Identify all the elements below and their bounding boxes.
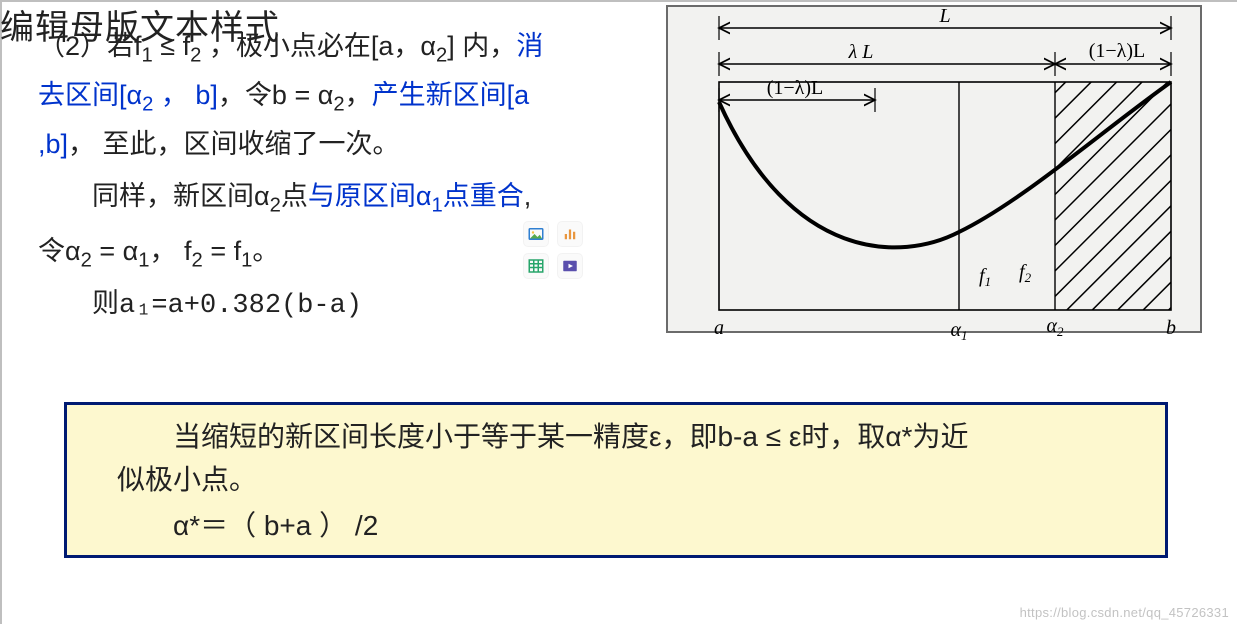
sub: 2 [190, 44, 201, 66]
sub: 1 [241, 249, 252, 271]
picture-icon[interactable] [524, 222, 548, 246]
slide-page: 编辑母版文本样式 （2）若f1 ≤ f2 ，极小点必在[a，α2] 内，消去区间… [0, 0, 1237, 624]
t: 同样，新区间α [92, 181, 270, 211]
sub: 1 [431, 195, 442, 217]
blue: [α [119, 80, 142, 110]
chart-icon[interactable] [558, 222, 582, 246]
watermark: https://blog.csdn.net/qq_45726331 [1020, 605, 1229, 620]
label-a: a [714, 317, 724, 339]
label-1mlL-inner: (1−λ)L [767, 77, 824, 99]
sub: 1 [138, 249, 149, 271]
sub: 2 [436, 44, 447, 66]
t: ， 至此，区间收缩了一次。 [68, 129, 400, 159]
insert-icon-cluster [524, 222, 594, 286]
label-lambdaL: λ L [848, 41, 874, 63]
label-b: b [1166, 317, 1176, 339]
sub: 1 [142, 44, 153, 66]
video-icon[interactable] [558, 254, 582, 278]
blue: ， b] [153, 80, 218, 110]
label-1mlL-top: (1−λ)L [1089, 40, 1146, 62]
sub: 2 [333, 93, 344, 115]
para4: 则a₁=a+0.382(b-a) [38, 284, 568, 329]
t: 令α [38, 236, 81, 266]
table-icon[interactable] [524, 254, 548, 278]
para3: 令α2 = α1， f2 = f1。 [38, 229, 568, 278]
t: （2）若f [38, 31, 142, 61]
t: 当缩短的新区间长度小于等于某一精度ε，即b-a ≤ ε时，取α*为近 [173, 421, 968, 452]
note-line2: α*＝（ b+a ） /2 [117, 504, 1125, 547]
note-line1b: 似极小点。 [117, 458, 1125, 501]
sub: 2 [142, 93, 153, 115]
t: = f [203, 236, 241, 266]
t: = α [92, 236, 138, 266]
blue: 与原区间α [308, 181, 432, 211]
label-L: L [938, 5, 950, 27]
para2: 同样，新区间α2点与原区间α1点重合, [38, 174, 568, 223]
conclusion-box: 当缩短的新区间长度小于等于某一精度ε，即b-a ≤ ε时，取α*为近 似极小点。… [64, 402, 1168, 558]
t: ， f [150, 236, 192, 266]
t: 。 [252, 236, 279, 266]
t: ≤ f [153, 31, 190, 61]
t: 点 [281, 181, 308, 211]
t: ，令b = α [218, 80, 333, 110]
blue: 点重合 [443, 181, 524, 211]
t: ，极小点必在[a，α [201, 31, 436, 61]
sub: 2 [192, 249, 203, 271]
t: ， [345, 80, 372, 110]
sub: 2 [81, 249, 92, 271]
interval-diagram: L λ L (1−λ)L (1−λ)L [661, 2, 1207, 362]
eliminated-region [1055, 82, 1171, 310]
note-line1: 当缩短的新区间长度小于等于某一精度ε，即b-a ≤ ε时，取α*为近 [117, 415, 1125, 458]
sub: 2 [270, 195, 281, 217]
body-text: （2）若f1 ≤ f2 ，极小点必在[a，α2] 内，消去区间[α2 ， b]，… [38, 24, 568, 328]
t: ] 内， [447, 31, 516, 61]
